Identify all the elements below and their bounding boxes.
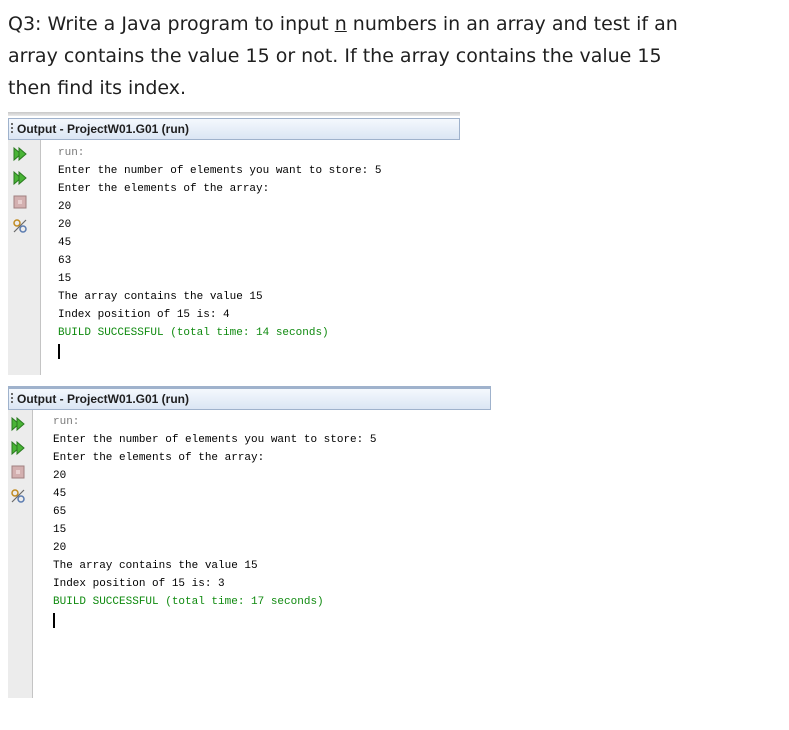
- output-panel-1: Output - ProjectW01.G01 (run) run: Enter…: [8, 112, 460, 375]
- console-line-build: BUILD SUCCESSFUL (total time: 14 seconds…: [58, 327, 329, 339]
- console-input-line[interactable]: [53, 611, 376, 629]
- output-panel-title: Output - ProjectW01.G01 (run): [17, 392, 190, 406]
- console-line: 63: [58, 255, 72, 267]
- question-line-1: Q3: Write a Java program to input n numb…: [8, 8, 768, 40]
- stop-icon[interactable]: [10, 464, 26, 480]
- rerun-with-options-icon[interactable]: [12, 170, 28, 186]
- console-line: 65: [53, 506, 67, 518]
- question-line-1-start: Q3: Write a Java program to input: [8, 13, 335, 35]
- console-line: Enter the elements of the array:: [53, 452, 265, 464]
- question-line-2: array contains the value 15 or not. If t…: [8, 45, 662, 67]
- console-line-build: BUILD SUCCESSFUL (total time: 17 seconds…: [53, 596, 324, 608]
- question-line-1-end: numbers in an array and test if an: [346, 13, 678, 35]
- console-line: 15: [58, 273, 72, 285]
- rerun-icon[interactable]: [12, 146, 28, 162]
- console-line-run: run:: [58, 147, 85, 159]
- drag-grip-icon[interactable]: [11, 123, 13, 135]
- console-line: 20: [58, 219, 72, 231]
- output-panel-2: Output - ProjectW01.G01 (run) run: Enter…: [8, 386, 491, 698]
- console-line: 15: [53, 524, 67, 536]
- rerun-with-options-icon[interactable]: [10, 440, 26, 456]
- console-line: 20: [53, 470, 67, 482]
- question-underlined-n: n: [334, 13, 347, 35]
- console-output-1[interactable]: run: Enter the number of elements you wa…: [58, 144, 381, 360]
- console-line: 45: [53, 488, 67, 500]
- console-line-run: run:: [53, 416, 80, 428]
- text-caret: [53, 613, 55, 628]
- drag-grip-icon[interactable]: [11, 393, 13, 405]
- rerun-icon[interactable]: [10, 416, 26, 432]
- text-caret: [58, 344, 60, 359]
- settings-icon[interactable]: [10, 488, 26, 504]
- output-panel-title-bar[interactable]: Output - ProjectW01.G01 (run): [8, 388, 491, 410]
- console-line: 20: [53, 542, 67, 554]
- console-input-line[interactable]: [58, 342, 381, 360]
- output-toolbar: [8, 140, 41, 375]
- output-panel-title: Output - ProjectW01.G01 (run): [17, 122, 190, 136]
- question-text: Q3: Write a Java program to input n numb…: [8, 8, 768, 104]
- console-line: Index position of 15 is: 4: [58, 309, 230, 321]
- panel-top-border: [8, 112, 460, 116]
- console-output-2[interactable]: run: Enter the number of elements you wa…: [53, 413, 376, 629]
- console-line: The array contains the value 15: [58, 291, 263, 303]
- console-line: 45: [58, 237, 72, 249]
- output-panel-title-bar[interactable]: Output - ProjectW01.G01 (run): [8, 118, 460, 140]
- console-line: Enter the number of elements you want to…: [58, 165, 382, 177]
- console-line: Enter the elements of the array:: [58, 183, 270, 195]
- stop-icon[interactable]: [12, 194, 28, 210]
- settings-icon[interactable]: [12, 218, 28, 234]
- console-line: Enter the number of elements you want to…: [53, 434, 377, 446]
- console-line: 20: [58, 201, 72, 213]
- console-line: Index position of 15 is: 3: [53, 578, 225, 590]
- output-toolbar: [8, 410, 33, 698]
- console-line: The array contains the value 15: [53, 560, 258, 572]
- question-line-3: then find its index.: [8, 77, 187, 99]
